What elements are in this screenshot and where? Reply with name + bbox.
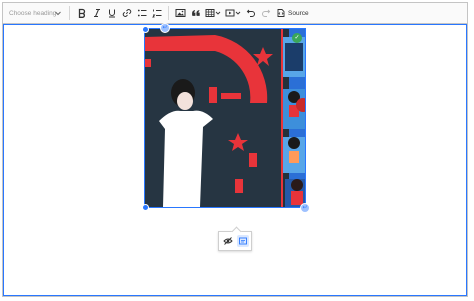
bulleted-list-button[interactable] — [134, 3, 149, 23]
alt-text-button[interactable] — [236, 235, 249, 247]
redo-icon — [261, 9, 270, 17]
numbered-list-button[interactable] — [149, 3, 164, 23]
link-button[interactable] — [119, 3, 134, 23]
chevron-down-icon — [215, 11, 221, 15]
selected-image[interactable]: ✓ ↵ ↵ — [142, 23, 310, 213]
undo-button[interactable] — [243, 3, 258, 23]
link-icon — [122, 9, 131, 17]
editor-toolbar: Choose heading Source — [3, 3, 467, 24]
source-button-label: Source — [288, 9, 309, 17]
rich-text-editor: Choose heading Source ✓ ↵ ↵ — [2, 2, 468, 297]
check-badge-icon: ✓ — [292, 33, 302, 43]
insert-image-button[interactable] — [173, 3, 188, 23]
redo-button[interactable] — [258, 3, 273, 23]
chevron-down-icon — [235, 11, 241, 15]
bulleted-list-icon — [137, 9, 146, 17]
image-icon — [175, 9, 186, 17]
undo-icon — [246, 9, 255, 17]
image-illustration — [145, 29, 305, 207]
bold-button[interactable] — [74, 3, 89, 23]
alt-text-icon — [238, 237, 247, 245]
widget-type-around-bottom-icon[interactable]: ↵ — [300, 203, 310, 213]
widget-type-around-top-icon[interactable]: ↵ — [160, 23, 170, 33]
table-icon — [205, 9, 215, 17]
chevron-down-icon — [55, 11, 61, 16]
source-button[interactable]: Source — [273, 3, 312, 23]
blockquote-button[interactable] — [188, 3, 203, 23]
toolbar-separator — [69, 6, 70, 20]
heading-dropdown-label: Choose heading — [9, 9, 57, 17]
underline-icon — [108, 9, 115, 18]
underline-button[interactable] — [104, 3, 119, 23]
toolbar-separator — [168, 6, 169, 20]
numbered-list-icon — [151, 9, 161, 18]
toggle-caption-button[interactable] — [222, 235, 234, 247]
toggle-caption-icon — [222, 237, 233, 245]
image-contextual-balloon — [218, 231, 252, 251]
media-embed-icon — [225, 9, 235, 17]
insert-table-button[interactable] — [203, 3, 223, 23]
editor-content-area[interactable]: ✓ ↵ ↵ — [3, 23, 467, 296]
blockquote-icon — [191, 10, 200, 16]
insert-media-button[interactable] — [223, 3, 243, 23]
source-icon — [277, 9, 285, 17]
heading-dropdown[interactable]: Choose heading — [3, 3, 65, 23]
resize-handle-top-left[interactable] — [142, 26, 149, 33]
italic-button[interactable] — [89, 3, 104, 23]
bold-icon — [78, 8, 85, 18]
resize-handle-bottom-left[interactable] — [142, 204, 149, 211]
italic-icon — [93, 9, 100, 17]
